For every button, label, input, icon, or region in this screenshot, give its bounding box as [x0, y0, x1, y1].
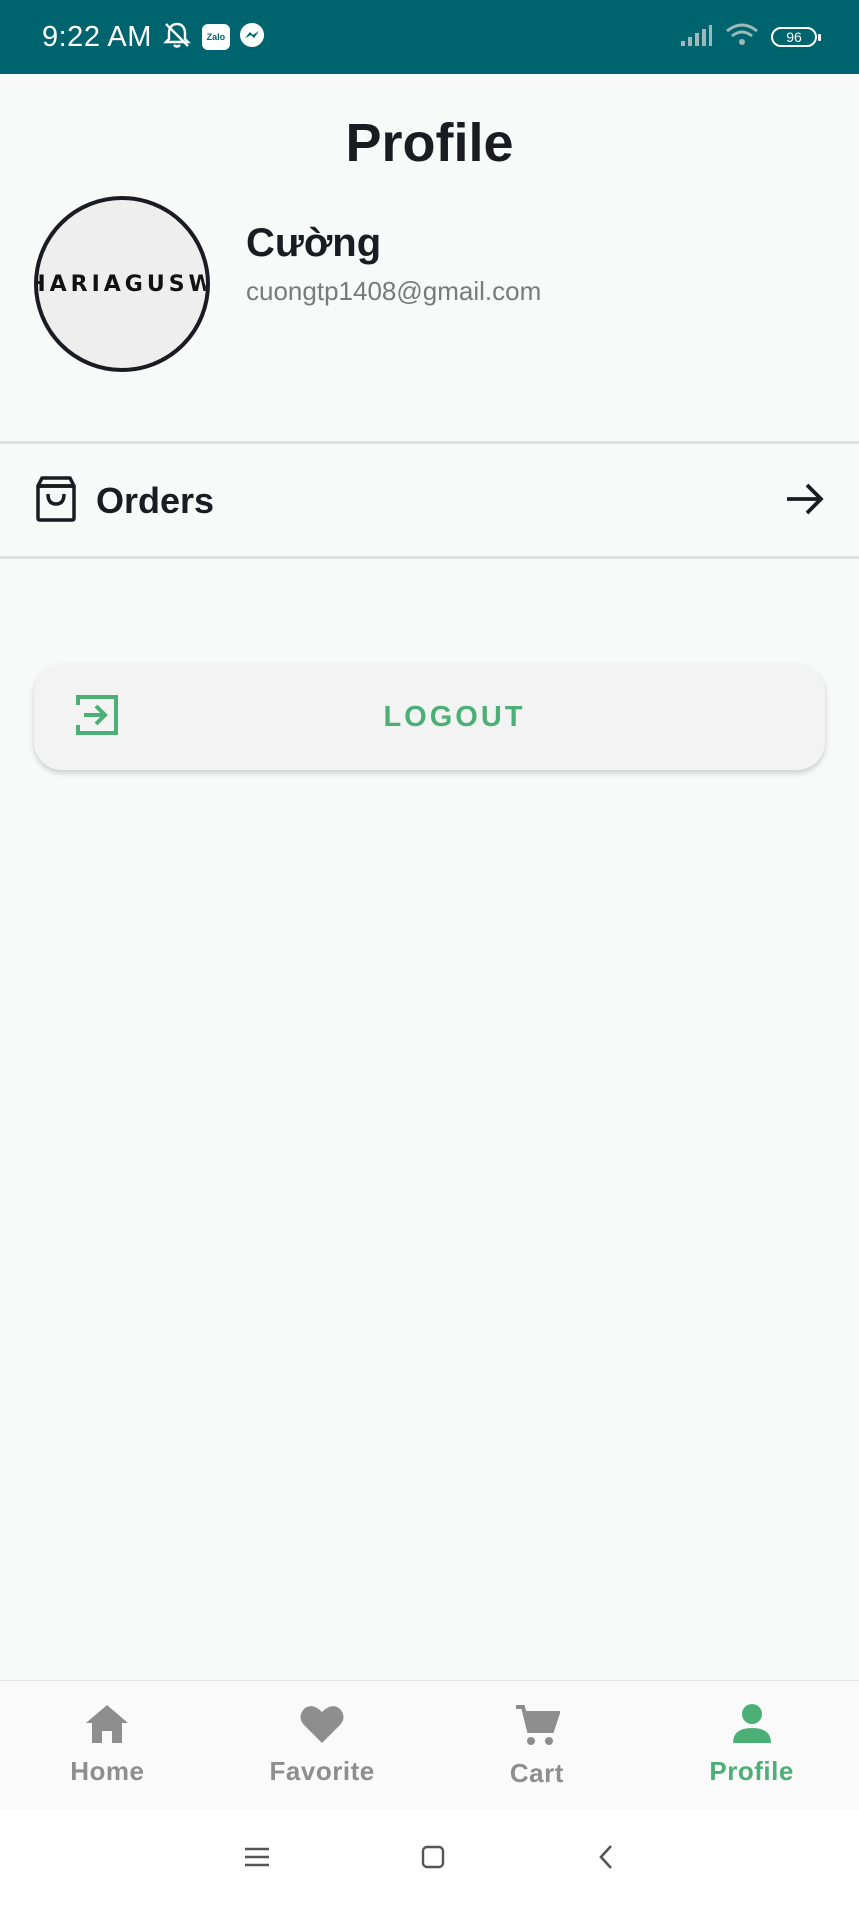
avatar-text: HARIAGUSW — [34, 271, 210, 297]
person-icon — [729, 1703, 775, 1750]
zalo-icon: Zalo — [201, 24, 230, 50]
cart-icon — [514, 1703, 561, 1752]
page-title: Profile — [345, 113, 514, 173]
divider — [0, 441, 859, 444]
logout-label: LOGOUT — [383, 700, 526, 733]
profile-header: HARIAGUSW Cường cuongtp1408@gmail.com — [34, 196, 541, 372]
nav-label-home: Home — [70, 1756, 145, 1786]
status-bar: 9:22 AM Zalo 96 — [0, 0, 859, 74]
battery-indicator: 96 — [771, 27, 821, 47]
mute-icon — [160, 20, 194, 55]
user-email: cuongtp1408@gmail.com — [246, 276, 542, 306]
nav-label-profile: Profile — [709, 1756, 794, 1786]
nav-label-favorite: Favorite — [269, 1756, 375, 1786]
bottom-navigation: Home Favorite Cart Profile — [0, 1680, 859, 1810]
nav-item-favorite[interactable]: Favorite — [215, 1681, 430, 1810]
logout-button[interactable]: LOGOUT — [34, 664, 825, 770]
shopping-bag-icon — [34, 475, 78, 527]
menu-icon[interactable] — [244, 1846, 270, 1873]
orders-menu-item[interactable]: Orders — [0, 446, 859, 556]
user-info: Cường cuongtp1408@gmail.com — [246, 221, 541, 307]
nav-item-home[interactable]: Home — [0, 1681, 215, 1810]
home-square-icon[interactable] — [420, 1844, 446, 1875]
nav-label-cart: Cart — [509, 1758, 564, 1788]
nav-item-profile[interactable]: Profile — [644, 1681, 859, 1810]
messenger-icon — [238, 21, 266, 54]
nav-item-cart[interactable]: Cart — [430, 1681, 645, 1810]
home-icon — [84, 1703, 130, 1750]
status-time: 9:22 AM — [42, 20, 152, 53]
wifi-icon — [725, 22, 759, 53]
user-name: Cường — [246, 221, 382, 265]
orders-label: Orders — [96, 480, 215, 521]
arrow-right-icon[interactable] — [785, 481, 825, 522]
avatar[interactable]: HARIAGUSW — [34, 196, 210, 372]
signal-icon — [679, 23, 713, 52]
divider — [0, 556, 859, 559]
heart-icon — [299, 1703, 345, 1750]
back-icon[interactable] — [596, 1843, 616, 1876]
system-navigation-bar — [0, 1810, 859, 1908]
